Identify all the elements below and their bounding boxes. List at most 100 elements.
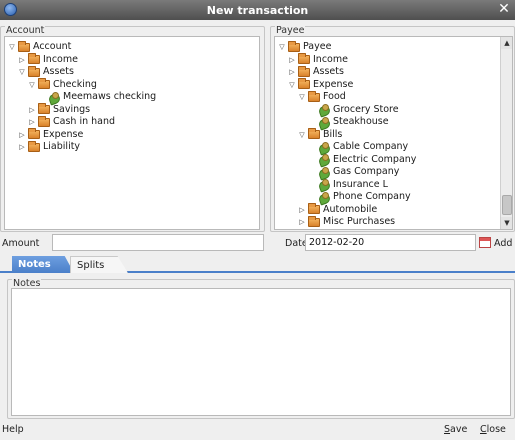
folder-icon	[298, 78, 310, 90]
tree-row[interactable]: ▽ Payee	[278, 40, 332, 54]
amount-input[interactable]	[52, 234, 264, 251]
tree-row[interactable]: ▷ Savings	[28, 103, 91, 117]
payee-scrollbar[interactable]: ▲ ▼	[500, 37, 512, 229]
expand-down-icon[interactable]: ▽	[28, 80, 36, 90]
tree-row[interactable]: ▽ Assets	[18, 65, 74, 79]
tab-splits-label: Splits	[77, 260, 105, 271]
tree-row-label: Steakhouse	[333, 116, 389, 127]
tree-row-label: Bills	[323, 128, 343, 140]
tree-row[interactable]: ▽ Checking	[28, 78, 97, 92]
tree-row-label: Insurance L	[333, 178, 388, 190]
tree-row[interactable]: ▷ Liability	[18, 140, 81, 154]
tab-notes-label: Notes	[18, 259, 51, 270]
tree-row-label: Liability	[43, 141, 81, 152]
tree-row-label: Phone Company	[333, 191, 411, 202]
expand-down-icon[interactable]: ▽	[278, 42, 286, 52]
expand-down-icon[interactable]: ▽	[298, 130, 306, 140]
tree-row-label: Assets	[313, 66, 344, 77]
folder-icon	[18, 40, 30, 52]
expand-down-icon[interactable]: ▽	[18, 67, 26, 77]
expand-right-icon[interactable]: ▷	[18, 130, 26, 140]
tree-row-label: Grocery Store	[333, 103, 399, 115]
save-button[interactable]: Save	[444, 424, 467, 435]
save-label-rest: ave	[450, 424, 468, 435]
scroll-up-icon[interactable]: ▲	[501, 37, 512, 49]
tree-row-label: Cable Company	[333, 141, 409, 152]
account-tree[interactable]: ▽ Account ▷ Income ▽ Assets ▽ Checking Meemaws c…	[4, 36, 260, 230]
tree-row-label: Payee	[303, 41, 332, 52]
tree-row[interactable]: ▽ Expense	[288, 78, 354, 92]
notes-textarea[interactable]	[11, 288, 511, 416]
payee-leaf-icon	[318, 154, 330, 165]
tree-row[interactable]: Cable Company	[308, 141, 408, 154]
tree-row-label: Electric Company	[333, 153, 417, 165]
folder-icon	[28, 140, 40, 152]
tree-row[interactable]: Insurance L	[308, 179, 388, 192]
expand-right-icon[interactable]: ▷	[28, 117, 36, 127]
expand-right-icon[interactable]: ▷	[288, 67, 296, 77]
expand-right-icon[interactable]: ▷	[298, 205, 306, 215]
expand-down-icon[interactable]: ▽	[288, 80, 296, 90]
tree-row[interactable]: Meemaws checking	[38, 91, 156, 104]
calendar-icon[interactable]	[479, 237, 491, 248]
expand-down-icon[interactable]: ▽	[8, 42, 16, 52]
tree-row[interactable]: ▽ Bills	[298, 128, 343, 142]
scroll-thumb[interactable]	[502, 195, 512, 215]
payee-leaf-icon	[318, 179, 330, 190]
folder-icon	[28, 65, 40, 77]
expand-right-icon[interactable]: ▷	[28, 105, 36, 115]
folder-icon	[288, 40, 300, 52]
tree-row[interactable]: ▷ Assets	[288, 65, 344, 79]
tree-row[interactable]: Steakhouse	[308, 116, 389, 129]
payee-leaf-icon	[318, 116, 330, 128]
payee-tree[interactable]: ▽ Payee ▷ Income ▷ Assets ▽ Expense ▽ Food Grocery…	[274, 36, 513, 230]
date-input[interactable]: 2012-02-20	[305, 234, 476, 251]
help-button[interactable]: Help	[2, 424, 24, 435]
tree-row[interactable]: ▷ Income	[18, 53, 78, 67]
payee-leaf-icon	[48, 91, 60, 103]
tree-row[interactable]: Grocery Store	[308, 104, 399, 117]
tab-notes[interactable]: Notes	[12, 256, 74, 273]
folder-icon	[38, 115, 50, 127]
tree-row[interactable]: ▷ Income	[288, 53, 348, 67]
tree-row[interactable]: Phone Company	[308, 191, 411, 204]
payee-leaf-icon	[318, 141, 330, 153]
add-button[interactable]: Add	[494, 238, 512, 249]
tab-bar: Notes Splits	[0, 256, 515, 273]
tree-row-label: Expense	[313, 78, 354, 90]
folder-icon	[308, 128, 320, 140]
tree-row-label: Checking	[53, 78, 97, 90]
close-window-icon[interactable]: ✕	[496, 1, 512, 18]
expand-right-icon[interactable]: ▷	[298, 217, 306, 227]
tree-row[interactable]: ▷ Cash in hand	[28, 115, 115, 129]
tree-row[interactable]: ▽ Food	[298, 90, 346, 104]
expand-right-icon[interactable]: ▷	[18, 142, 26, 152]
amount-label: Amount	[2, 238, 40, 249]
close-button[interactable]: Close	[480, 424, 506, 435]
tab-splits[interactable]: Splits	[70, 256, 128, 273]
tree-row-label: Gas Company	[333, 166, 400, 177]
scroll-down-icon[interactable]: ▼	[501, 217, 512, 229]
tree-row[interactable]: ▷ Automobile	[298, 203, 377, 217]
expand-right-icon[interactable]: ▷	[18, 55, 26, 65]
close-label-rest: lose	[486, 424, 506, 435]
tree-row-label: Savings	[53, 103, 91, 115]
tree-row[interactable]: ▷ Misc Purchases	[298, 215, 395, 229]
close-mnemonic: C	[480, 424, 487, 435]
tree-row[interactable]: Gas Company	[308, 166, 399, 179]
expand-down-icon[interactable]: ▽	[298, 92, 306, 102]
folder-icon	[298, 65, 310, 77]
tree-row-label: Income	[313, 53, 348, 65]
expand-right-icon[interactable]: ▷	[288, 55, 296, 65]
folder-icon	[308, 90, 320, 102]
tree-row-label: Account	[33, 41, 72, 52]
payee-group-label: Payee	[275, 25, 306, 36]
tree-row[interactable]: ▽ Account	[8, 40, 72, 54]
tree-row[interactable]: ▷ Expense	[18, 128, 83, 142]
folder-icon	[308, 203, 320, 215]
tree-row[interactable]: Electric Company	[308, 154, 416, 167]
